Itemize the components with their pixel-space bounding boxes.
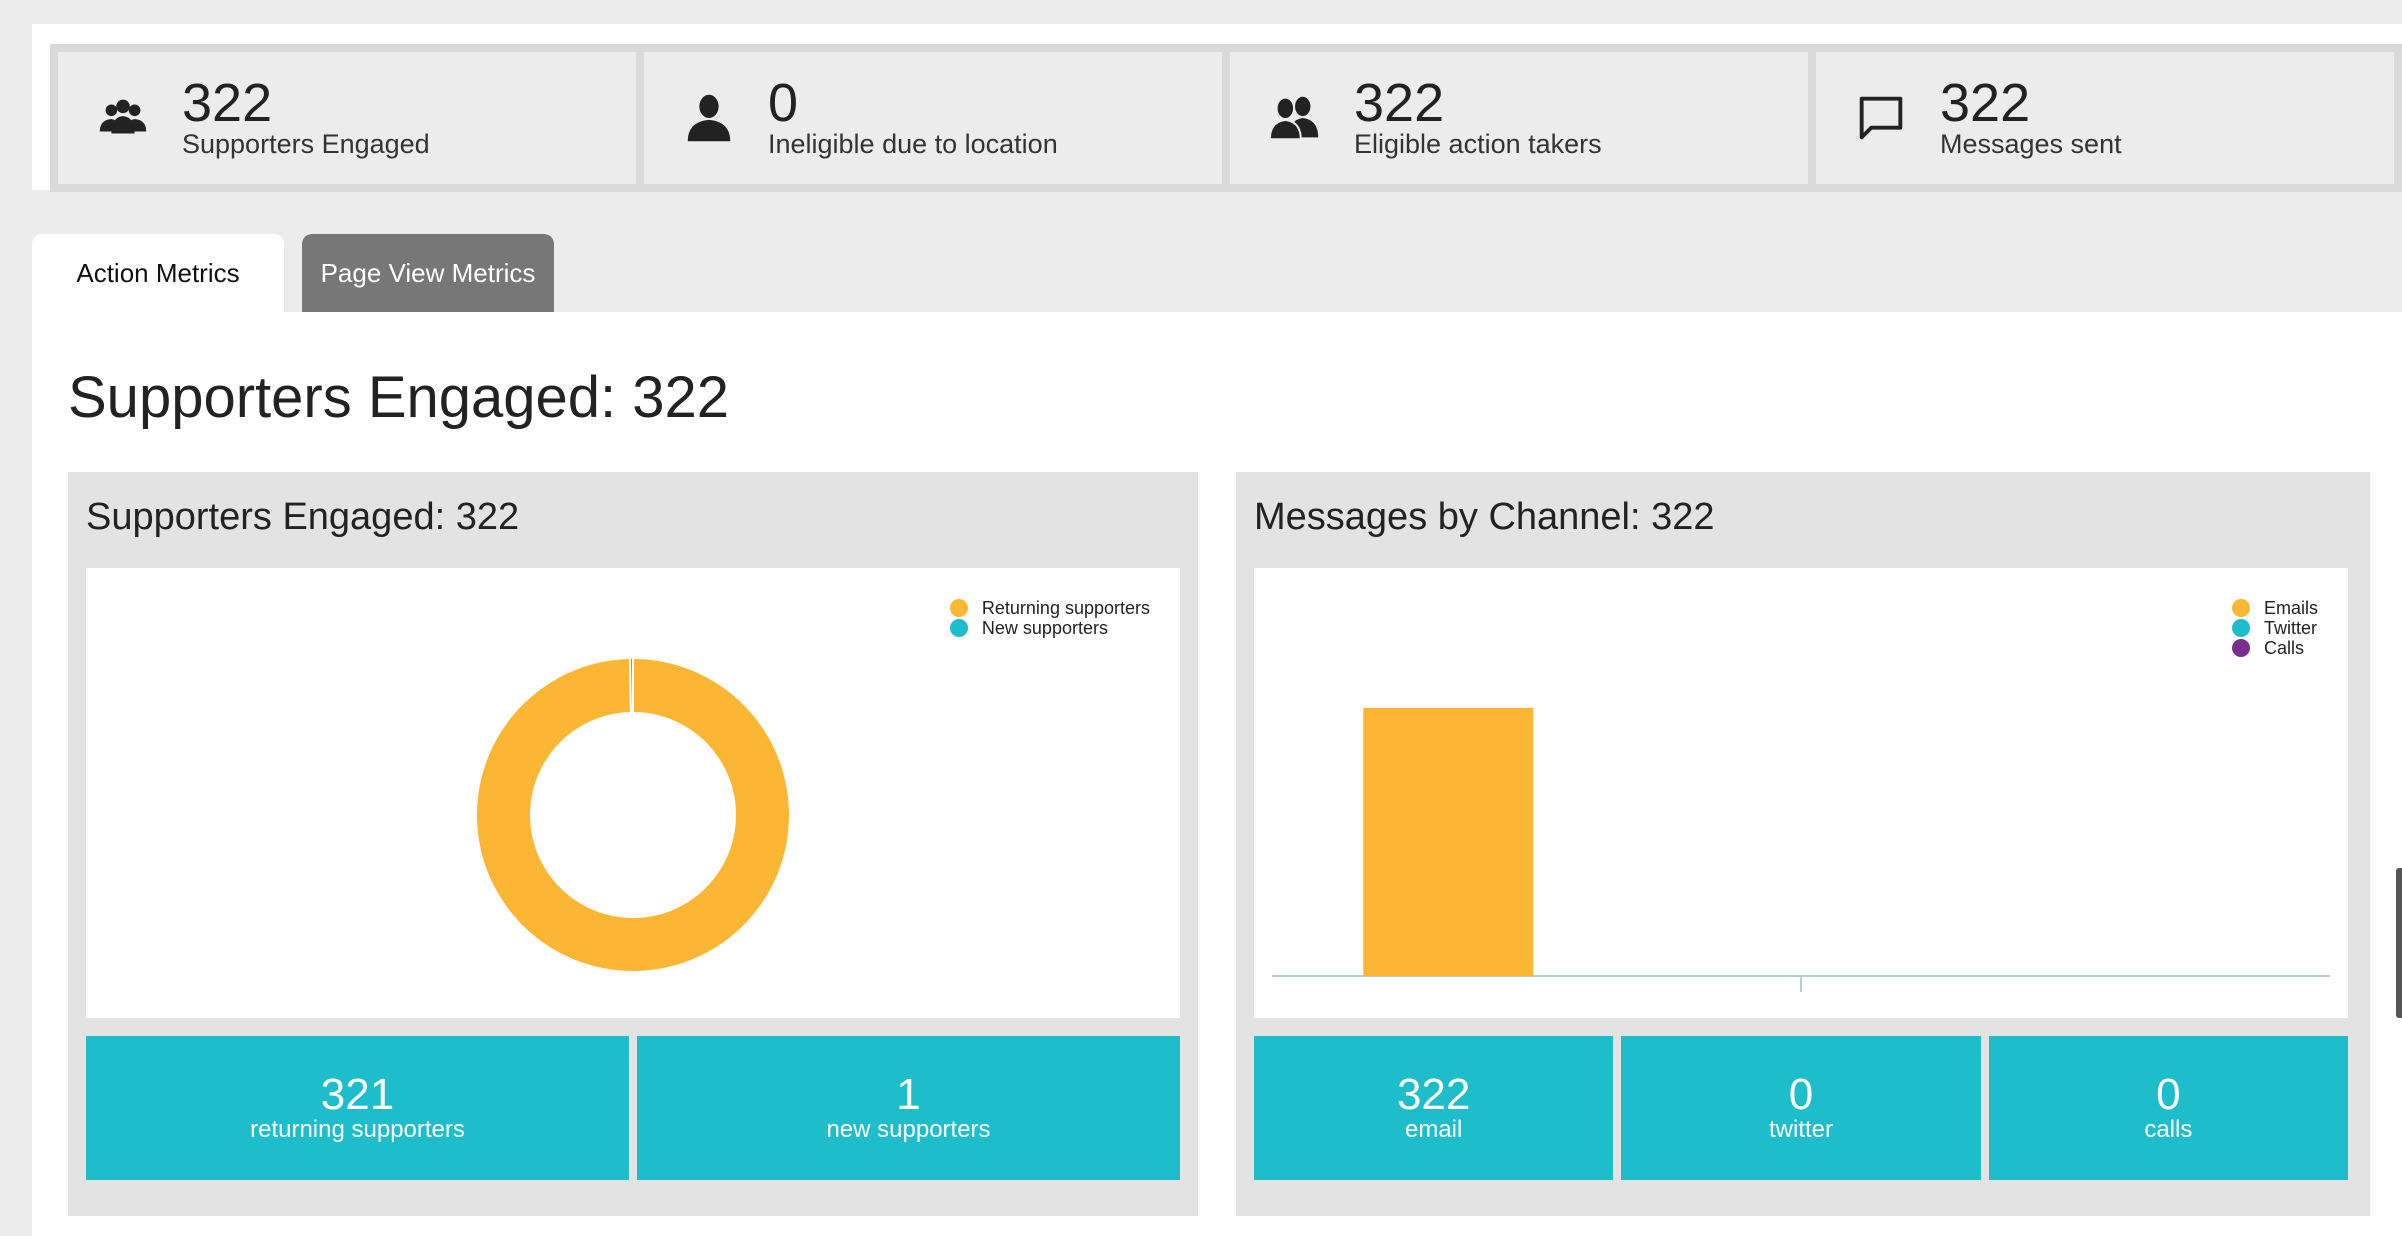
channel-tiles: 322 email 0 twitter 0 calls	[1254, 1036, 2348, 1180]
main-panel: Supporters Engaged: 322 Supporters Engag…	[32, 312, 2402, 1236]
stat-value: 322	[182, 73, 273, 133]
stat-supporters-engaged: 322 Supporters Engaged	[58, 52, 636, 184]
legend-item-emails[interactable]: Emails	[2231, 598, 2318, 618]
person-icon	[678, 87, 740, 149]
tile-value: 1	[896, 1070, 921, 1119]
scroll-edge-handle[interactable]	[2396, 868, 2402, 1018]
stat-value: 0	[768, 73, 799, 133]
stat-messages-sent: 322 Messages sent	[1816, 52, 2394, 184]
donut-slice-new-supporters[interactable]	[628, 656, 634, 715]
stats-bar: 322 Supporters Engaged 0 Ineligible due …	[50, 44, 2402, 192]
legend-label: Emails	[2263, 598, 2318, 618]
bar-chart-box: Emails Twitter Calls	[1254, 568, 2348, 1018]
stat-label: Ineligible due to location	[768, 129, 1058, 159]
tab-page-view-metrics[interactable]: Page View Metrics	[302, 234, 554, 312]
tile-returning-supporters: 321 returning supporters	[86, 1036, 629, 1180]
legend-item-new[interactable]: New supporters	[949, 618, 1150, 638]
legend-item-calls[interactable]: Calls	[2231, 638, 2318, 658]
tile-label: twitter	[1768, 1116, 1833, 1143]
group-icon	[92, 87, 154, 149]
stats-bar-container: 322 Supporters Engaged 0 Ineligible due …	[32, 24, 2402, 192]
legend-label: Twitter	[2263, 618, 2317, 638]
tile-value: 322	[1396, 1070, 1471, 1119]
tile-value: 0	[2156, 1070, 2181, 1119]
legend-item-twitter[interactable]: Twitter	[2231, 618, 2318, 638]
messages-by-channel-panel: Messages by Channel: 322 Emails Twitter …	[1236, 472, 2370, 1216]
donut-legend: Returning supporters New supporters	[949, 598, 1150, 638]
tile-new-supporters: 1 new supporters	[637, 1036, 1180, 1180]
stat-eligible-action-takers: 322 Eligible action takers	[1230, 52, 1808, 184]
pair-icon	[1264, 87, 1326, 149]
legend-dot	[2231, 639, 2250, 657]
bar-chart	[1272, 707, 2330, 992]
tile-value: 321	[320, 1070, 395, 1119]
tile-twitter: 0 twitter	[1621, 1036, 1981, 1180]
stat-ineligible-location: 0 Ineligible due to location	[644, 52, 1222, 184]
legend-dot	[2231, 619, 2250, 637]
panel-title: Messages by Channel: 322	[1254, 496, 1715, 538]
tile-value: 0	[1788, 1070, 1814, 1119]
supporters-engaged-panel: Supporters Engaged: 322 Returning suppor…	[68, 472, 1198, 1216]
supporter-tiles: 321 returning supporters 1 new supporter…	[86, 1036, 1180, 1180]
legend-label: Calls	[2263, 638, 2304, 658]
tile-calls: 0 calls	[1988, 1036, 2348, 1180]
tab-action-metrics[interactable]: Action Metrics	[32, 234, 284, 312]
legend-label: New supporters	[981, 618, 1108, 638]
stat-value: 322	[1354, 73, 1445, 133]
stat-label: Messages sent	[1940, 129, 2122, 159]
stat-value: 322	[1940, 73, 2031, 133]
bar-emails[interactable]	[1363, 707, 1534, 976]
tile-label: new supporters	[826, 1116, 991, 1143]
legend-dot	[2231, 599, 2250, 617]
stat-label: Eligible action takers	[1354, 129, 1602, 159]
legend-item-returning[interactable]: Returning supporters	[949, 598, 1150, 618]
tile-label: calls	[2144, 1116, 2193, 1143]
tile-label: email	[1404, 1116, 1463, 1143]
legend-dot	[949, 619, 968, 637]
tile-label: returning supporters	[250, 1116, 465, 1143]
metrics-tabs: Action Metrics Page View Metrics	[32, 234, 554, 312]
legend-dot	[949, 599, 968, 617]
donut-chart-box: Returning supporters New supporters	[86, 568, 1180, 1018]
chat-bubble-icon	[1850, 87, 1912, 149]
stat-label: Supporters Engaged	[182, 129, 430, 159]
panel-title: Supporters Engaged: 322	[86, 496, 520, 538]
bar-legend: Emails Twitter Calls	[2231, 598, 2318, 658]
page-title: Supporters Engaged: 322	[68, 365, 730, 430]
legend-label: Returning supporters	[981, 598, 1150, 618]
tile-email: 322 email	[1254, 1036, 1614, 1180]
